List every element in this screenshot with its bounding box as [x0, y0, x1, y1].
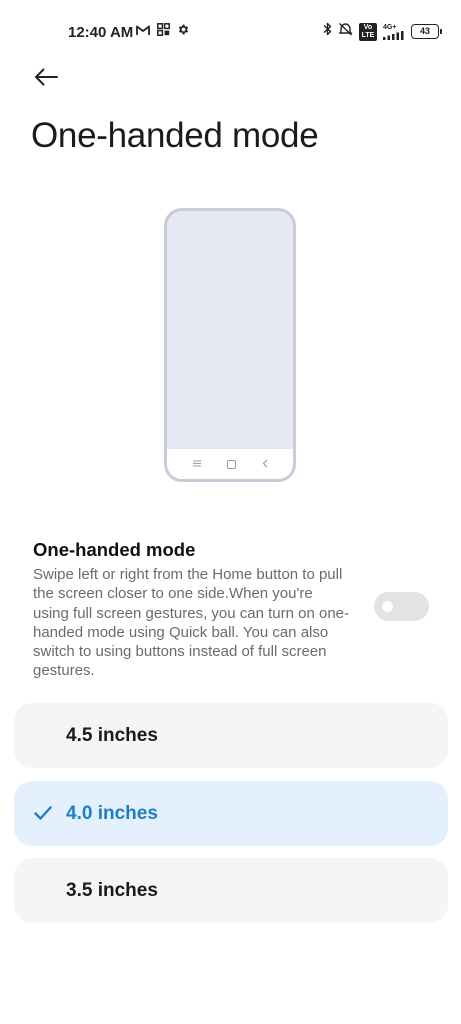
- menu-lines-icon: [192, 459, 201, 469]
- phone-illustration-navbar: [167, 449, 293, 479]
- status-bar: 12:40 AM Vo LTE 4G+ 43: [0, 0, 461, 60]
- silent-icon: [338, 22, 353, 41]
- option-4-0-inches[interactable]: 4.0 inches: [14, 781, 448, 846]
- checkmark-icon: [34, 806, 52, 820]
- bluetooth-icon: [323, 22, 332, 41]
- one-handed-mode-description: Swipe left or right from the Home button…: [33, 566, 350, 680]
- status-right-icons: Vo LTE 4G+ 43: [323, 22, 442, 41]
- signal-icon: 4G+: [383, 24, 405, 40]
- option-4-5-inches[interactable]: 4.5 inches: [14, 703, 448, 768]
- phone-illustration: [164, 208, 296, 482]
- option-label: 4.0 inches: [66, 803, 158, 824]
- option-label: 4.5 inches: [66, 725, 158, 746]
- back-button[interactable]: [30, 62, 62, 92]
- home-square-icon: [226, 459, 236, 469]
- one-handed-mode-toggle[interactable]: [374, 592, 429, 621]
- back-arrow-icon: [35, 68, 58, 86]
- option-3-5-inches[interactable]: 3.5 inches: [14, 858, 448, 923]
- volte-icon: Vo LTE: [359, 22, 377, 41]
- grid-icon: [157, 23, 170, 41]
- one-handed-mode-setting-title: One-handed mode: [33, 539, 196, 560]
- page-title: One-handed mode: [31, 116, 319, 155]
- toggle-knob: [382, 601, 393, 612]
- network-type-label: 4G+: [383, 23, 397, 31]
- gear-icon: [177, 23, 190, 41]
- option-label: 3.5 inches: [66, 880, 158, 901]
- back-chevron-icon: [262, 459, 268, 470]
- battery-icon: 43: [411, 24, 442, 39]
- screen: 12:40 AM Vo LTE 4G+ 43 One-handed mode O…: [0, 0, 461, 1024]
- status-left-icons: [136, 23, 190, 41]
- gmail-icon: [136, 23, 150, 41]
- status-time: 12:40 AM: [68, 24, 134, 41]
